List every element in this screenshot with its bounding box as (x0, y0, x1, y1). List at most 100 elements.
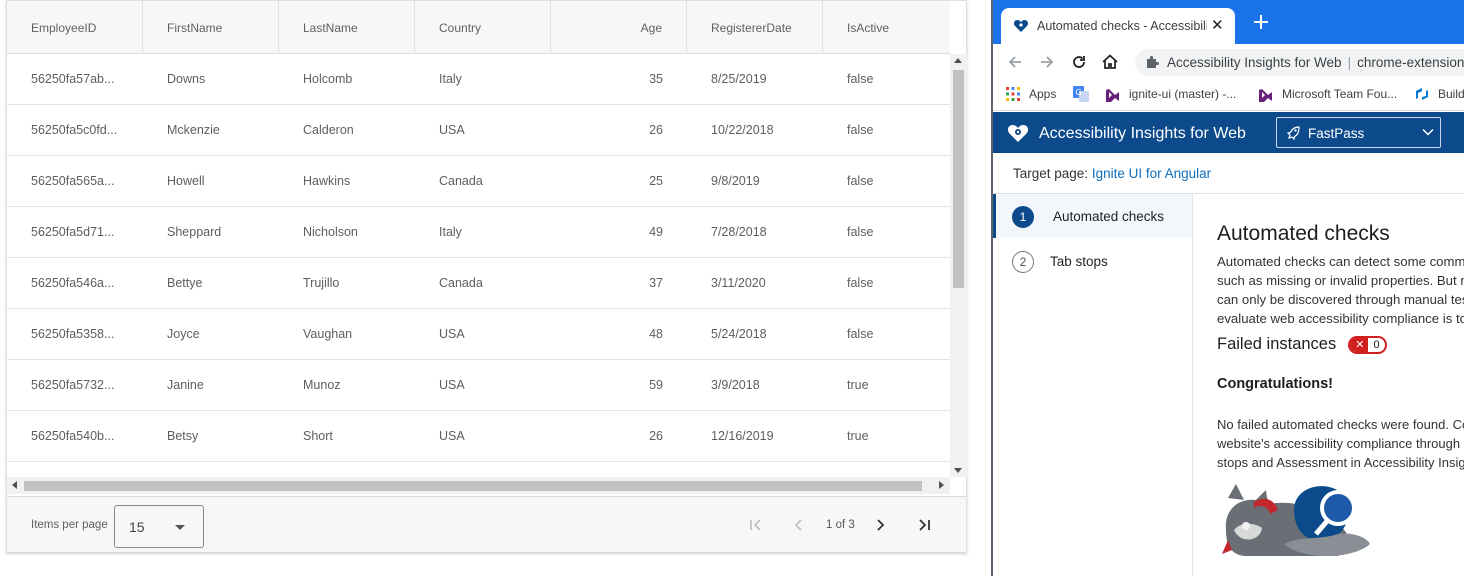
cell-age[interactable]: 35 (551, 54, 687, 104)
cell-age[interactable]: 25 (551, 156, 687, 206)
bookmark-ignite-ui[interactable]: ignite-ui (master) -... (1105, 86, 1236, 102)
vertical-scrollbar[interactable] (950, 54, 967, 477)
table-row[interactable]: 56250fa540b... Betsy Short USA 26 12/16/2019 t… (7, 411, 950, 462)
cell-employee-id[interactable]: 56250fa546a... (7, 258, 143, 308)
cell-country[interactable]: Italy (415, 54, 551, 104)
cell-registerer-date[interactable]: 12/16/2019 (687, 411, 823, 461)
cell-employee-id[interactable]: 56250fa5d71... (7, 207, 143, 257)
scroll-left-arrow-icon[interactable] (12, 481, 17, 489)
scroll-right-arrow-icon[interactable] (939, 481, 944, 489)
cell-country[interactable]: USA (415, 105, 551, 155)
cell-is-active[interactable]: true (823, 411, 950, 461)
bookmark-apps[interactable]: Apps (1005, 86, 1056, 102)
home-button[interactable] (1099, 51, 1121, 73)
cell-last-name[interactable]: Munoz (279, 360, 415, 410)
horizontal-scrollbar[interactable] (7, 477, 950, 494)
cell-employee-id[interactable]: 56250fa540b... (7, 411, 143, 461)
cell-registerer-date[interactable]: 5/24/2018 (687, 309, 823, 359)
table-row[interactable]: 56250fa5c0fd... Mckenzie Calderon USA 26 10/2… (7, 105, 950, 156)
cell-first-name[interactable]: Mckenzie (143, 105, 279, 155)
cell-age[interactable]: 59 (551, 360, 687, 410)
cell-last-name[interactable]: Holcomb (279, 54, 415, 104)
new-tab-icon[interactable] (1251, 12, 1271, 32)
table-row[interactable]: 56250fa5732... Janine Munoz USA 59 3/9/2018 tr… (7, 360, 950, 411)
table-row[interactable]: 56250fa5358... Joyce Vaughan USA 48 5/24/2018… (7, 309, 950, 360)
table-row[interactable]: 56250fa565a... Howell Hawkins Canada 25 9/8/2… (7, 156, 950, 207)
cell-is-active[interactable]: false (823, 207, 950, 257)
column-header-isactive[interactable]: IsActive (823, 1, 950, 54)
target-page-link[interactable]: Ignite UI for Angular (1092, 166, 1211, 181)
cell-country[interactable]: USA (415, 309, 551, 359)
vertical-scroll-thumb[interactable] (953, 70, 964, 288)
next-page-button[interactable] (866, 511, 894, 539)
table-row[interactable]: 56250fa57ab... Downs Holcomb Italy 35 8/25/20… (7, 54, 950, 105)
bookmark-translate[interactable]: G (1073, 86, 1097, 102)
close-tab-icon[interactable]: ✕ (1211, 16, 1224, 34)
cell-country[interactable]: USA (415, 360, 551, 410)
column-header-employeeid[interactable]: EmployeeID (7, 1, 143, 54)
browser-tab[interactable]: Automated checks - Accessibility Insight… (1001, 8, 1235, 44)
cell-registerer-date[interactable]: 3/9/2018 (687, 360, 823, 410)
column-header-age[interactable]: Age (551, 1, 687, 54)
cell-country[interactable]: USA (415, 411, 551, 461)
cell-registerer-date[interactable]: 10/22/2018 (687, 105, 823, 155)
cell-first-name[interactable]: Joyce (143, 309, 279, 359)
cell-country[interactable]: Canada (415, 156, 551, 206)
cell-last-name[interactable]: Vaughan (279, 309, 415, 359)
mode-dropdown[interactable]: FastPass (1276, 117, 1441, 148)
cell-age[interactable]: 48 (551, 309, 687, 359)
bookmark-build[interactable]: Build (1414, 86, 1464, 102)
previous-page-button[interactable] (785, 511, 813, 539)
cell-is-active[interactable]: true (823, 360, 950, 410)
cell-age[interactable]: 37 (551, 258, 687, 308)
cell-first-name[interactable]: Bettye (143, 258, 279, 308)
cell-employee-id[interactable]: 56250fa5c0fd... (7, 105, 143, 155)
cell-age[interactable]: 26 (551, 105, 687, 155)
cell-employee-id[interactable]: 56250fa5732... (7, 360, 143, 410)
cell-age[interactable]: 49 (551, 207, 687, 257)
cell-last-name[interactable]: Trujillo (279, 258, 415, 308)
cell-first-name[interactable]: Betsy (143, 411, 279, 461)
forward-button[interactable] (1036, 51, 1058, 73)
scroll-up-arrow-icon[interactable] (954, 58, 962, 63)
cell-first-name[interactable]: Downs (143, 54, 279, 104)
bookmark-microsoft-team[interactable]: Microsoft Team Fou... (1258, 86, 1397, 102)
cell-last-name[interactable]: Hawkins (279, 156, 415, 206)
cell-is-active[interactable]: false (823, 105, 950, 155)
cell-first-name[interactable]: Sheppard (143, 207, 279, 257)
items-per-page-select[interactable]: 15 (114, 505, 204, 548)
cell-last-name[interactable]: Short (279, 411, 415, 461)
nav-item-automated-checks[interactable]: 1 Automated checks (993, 194, 1192, 238)
cell-last-name[interactable]: Nicholson (279, 207, 415, 257)
scroll-down-arrow-icon[interactable] (954, 468, 962, 473)
cell-is-active[interactable]: false (823, 258, 950, 308)
back-button[interactable] (1004, 51, 1026, 73)
last-page-button[interactable] (910, 511, 938, 539)
cell-first-name[interactable]: Howell (143, 156, 279, 206)
cell-is-active[interactable]: false (823, 156, 950, 206)
table-row[interactable]: 56250fa5d71... Sheppard Nicholson Italy 49 7/… (7, 207, 950, 258)
cell-last-name[interactable]: Calderon (279, 105, 415, 155)
cell-registerer-date[interactable]: 9/8/2019 (687, 156, 823, 206)
cell-employee-id[interactable]: 56250fa565a... (7, 156, 143, 206)
cell-first-name[interactable]: Janine (143, 360, 279, 410)
column-header-lastname[interactable]: LastName (279, 1, 415, 54)
cell-is-active[interactable]: false (823, 309, 950, 359)
column-header-country[interactable]: Country (415, 1, 551, 54)
cell-age[interactable]: 26 (551, 411, 687, 461)
cell-registerer-date[interactable]: 3/11/2020 (687, 258, 823, 308)
cell-country[interactable]: Italy (415, 207, 551, 257)
cell-employee-id[interactable]: 56250fa57ab... (7, 54, 143, 104)
cell-registerer-date[interactable]: 8/25/2019 (687, 54, 823, 104)
column-header-firstname[interactable]: FirstName (143, 1, 279, 54)
horizontal-scroll-thumb[interactable] (24, 481, 922, 491)
column-header-registererdate[interactable]: RegistererDate (687, 1, 823, 54)
address-bar[interactable]: Accessibility Insights for Web | chrome-ex… (1135, 49, 1464, 76)
first-page-button[interactable] (742, 511, 770, 539)
nav-item-tab-stops[interactable]: 2 Tab stops (993, 239, 1192, 283)
cell-is-active[interactable]: false (823, 54, 950, 104)
cell-registerer-date[interactable]: 7/28/2018 (687, 207, 823, 257)
cell-country[interactable]: Canada (415, 258, 551, 308)
cell-employee-id[interactable]: 56250fa5358... (7, 309, 143, 359)
reload-button[interactable] (1068, 51, 1090, 73)
